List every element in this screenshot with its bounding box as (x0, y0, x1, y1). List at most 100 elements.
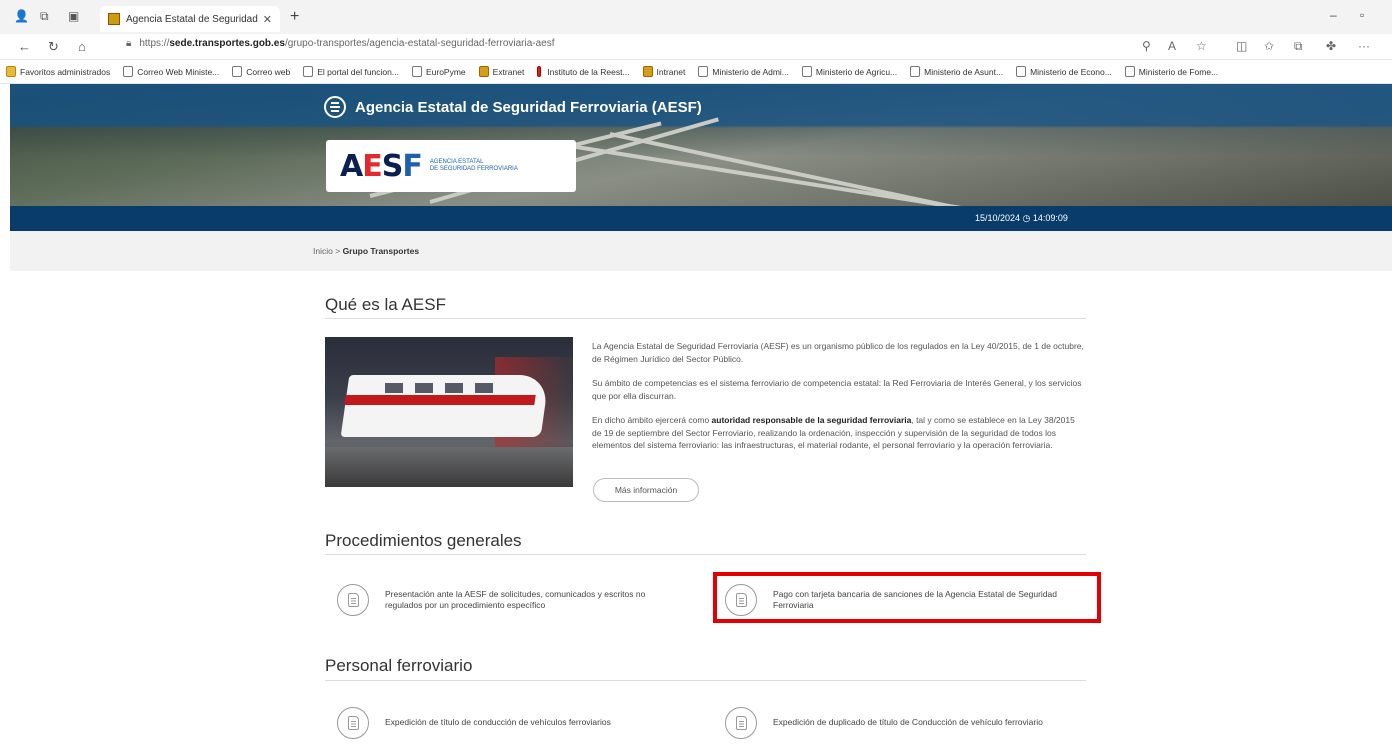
page-icon (303, 66, 314, 77)
document-icon (337, 584, 369, 616)
profile-icon[interactable]: 👤 (14, 9, 29, 23)
personnel-item[interactable]: Expedición de título de conducción de ve… (337, 707, 677, 739)
menu-icon[interactable] (324, 96, 346, 118)
split-screen-icon[interactable]: ◫ (1236, 39, 1247, 53)
bookmark-item[interactable]: Extranet (478, 66, 525, 77)
page-icon (1124, 66, 1135, 77)
read-aloud-icon[interactable]: A (1168, 39, 1176, 53)
about-paragraph-3-bold: autoridad responsable de la seguridad fe… (711, 415, 912, 425)
favorites-icon[interactable]: ✩ (1264, 39, 1274, 53)
about-paragraph-2: Su ámbito de competencias es el sistema … (592, 378, 1082, 401)
red-icon (537, 66, 542, 77)
zoom-icon[interactable]: ⚲ (1142, 39, 1151, 53)
bookmark-label: Extranet (492, 66, 525, 77)
browser-tab-active[interactable]: Agencia Estatal de Seguridad Fer ✕ (100, 6, 280, 32)
site-title-text: Agencia Estatal de Seguridad Ferroviaria… (355, 98, 702, 116)
bookmark-item[interactable]: Instituto de la Reest... (537, 66, 630, 77)
section-divider (325, 318, 1086, 319)
about-paragraph-3-pre: En dicho ámbito ejercerá como (592, 415, 712, 425)
bookmark-label: Ministerio de Asunt... (924, 66, 1004, 77)
bookmark-item[interactable]: Correo Web Ministe... (123, 66, 219, 77)
breadcrumb-home-link[interactable]: Inicio (313, 246, 333, 256)
section-divider (325, 680, 1086, 681)
home-icon[interactable]: ⌂ (78, 39, 86, 54)
close-tab-icon[interactable]: ✕ (263, 13, 272, 26)
minimize-icon[interactable]: – (1330, 8, 1337, 22)
bookmark-label: Correo Web Ministe... (137, 66, 220, 77)
section-divider (325, 554, 1086, 555)
personnel-link[interactable]: Expedición de duplicado de título de Con… (773, 717, 1043, 729)
bookmark-item[interactable]: Ministerio de Agricu... (801, 66, 898, 77)
bookmark-item[interactable]: Ministerio de Econo... (1016, 66, 1112, 77)
bookmark-item[interactable]: Correo web (232, 66, 290, 77)
procedure-link[interactable]: Presentación ante la AESF de solicitudes… (385, 589, 677, 612)
bookmark-label: Intranet (656, 66, 686, 77)
tab-actions-icon[interactable]: ▣ (68, 9, 79, 23)
bookmark-label: Correo web (246, 66, 291, 77)
site-title[interactable]: Agencia Estatal de Seguridad Ferroviaria… (324, 96, 702, 118)
bookmark-label: Ministerio de Admi... (712, 66, 789, 77)
date-bar: 15/10/2024 ◷ 14:09:09 (10, 206, 1392, 231)
url-path: /grupo-transportes/agencia-estatal-segur… (284, 38, 555, 49)
restore-icon[interactable]: ▫ (1360, 8, 1364, 22)
collections-icon[interactable]: ⧉ (1294, 39, 1303, 54)
gold-icon (478, 66, 489, 77)
url-domain: sede.transportes.gob.es (169, 38, 285, 49)
page-icon (411, 66, 422, 77)
bookmark-item[interactable]: Intranet (642, 66, 686, 77)
breadcrumb: Inicio > Grupo Transportes (313, 246, 419, 256)
bookmark-item[interactable]: Ministerio de Fome... (1124, 66, 1218, 77)
page-icon (801, 66, 812, 77)
logo-line-1: AGENCIA ESTATAL (429, 158, 484, 165)
aesf-logo[interactable]: AESF AGENCIA ESTATAL DE SEGURIDAD FERROV… (326, 140, 576, 192)
workspaces-icon[interactable]: ⧉ (40, 9, 49, 24)
procedures-section-title: Procedimientos generales (325, 531, 522, 550)
personnel-link[interactable]: Expedición de título de conducción de ve… (385, 717, 611, 729)
more-menu-icon[interactable]: ··· (1358, 39, 1370, 53)
tab-title: Agencia Estatal de Seguridad Fer (126, 13, 259, 25)
about-section-title: Qué es la AESF (325, 295, 446, 314)
bookmark-label: Favoritos administrados (20, 66, 111, 77)
logo-line-2: DE SEGURIDAD FERROVIARIA (429, 166, 518, 172)
new-tab-button[interactable]: + (290, 8, 299, 26)
browser-tab-bar: 👤 ⧉ ▣ Agencia Estatal de Seguridad Fer ✕… (0, 0, 1392, 34)
address-bar: ← ↻ ⌂ 🔒︎ https://sede.transportes.gob.es… (0, 34, 1392, 60)
folder-icon (6, 66, 16, 77)
procedure-item[interactable]: Presentación ante la AESF de solicitudes… (337, 584, 677, 616)
logo-text: AGENCIA ESTATAL DE SEGURIDAD FERROVIARIA (430, 159, 518, 173)
more-info-button[interactable]: Más información (593, 478, 699, 502)
url-field[interactable]: 🔒︎ https://sede.transportes.gob.es/grupo… (126, 38, 555, 49)
breadcrumb-bar: Inicio > Grupo Transportes (10, 231, 1392, 271)
breadcrumb-current: Grupo Transportes (342, 246, 420, 256)
back-icon[interactable]: ← (18, 39, 31, 54)
bookmark-item[interactable]: Ministerio de Asunt... (910, 66, 1003, 77)
page-icon (910, 66, 921, 77)
bookmark-label: EuroPyme (425, 66, 466, 77)
bookmarks-bar: Favoritos administrados Correo Web Minist… (0, 60, 1392, 84)
page-icon (232, 66, 243, 77)
site-favicon-icon (108, 13, 120, 25)
bookmark-item[interactable]: El portal del funcion... (303, 66, 399, 77)
bookmark-label: Ministerio de Econo... (1030, 66, 1112, 77)
lock-icon[interactable]: 🔒︎ (126, 38, 131, 49)
url-prefix: https:// (139, 38, 170, 49)
personnel-item[interactable]: Expedición de duplicado de título de Con… (725, 707, 1075, 739)
logo-mark: AESF (340, 148, 423, 184)
current-datetime: 15/10/2024 ◷ 14:09:09 (975, 213, 1068, 223)
breadcrumb-separator: > (335, 246, 341, 256)
gold-icon (642, 66, 653, 77)
bookmark-label: Ministerio de Agricu... (815, 66, 898, 77)
extensions-icon[interactable]: ✤ (1326, 39, 1336, 53)
about-paragraph-3: En dicho ámbito ejercerá como autoridad … (592, 414, 1086, 452)
refresh-icon[interactable]: ↻ (48, 39, 59, 55)
bookmark-item[interactable]: EuroPyme (411, 66, 466, 77)
bookmark-item[interactable]: Favoritos administrados (6, 66, 110, 77)
site-header: Agencia Estatal de Seguridad Ferroviaria… (10, 84, 1392, 231)
page-icon (1016, 66, 1027, 77)
favorite-star-icon[interactable]: ☆ (1196, 39, 1207, 53)
bookmark-item[interactable]: Ministerio de Admi... (698, 66, 789, 77)
page-icon (123, 66, 134, 77)
page-icon (698, 66, 709, 77)
train-photo (325, 337, 573, 487)
document-icon (725, 707, 757, 739)
